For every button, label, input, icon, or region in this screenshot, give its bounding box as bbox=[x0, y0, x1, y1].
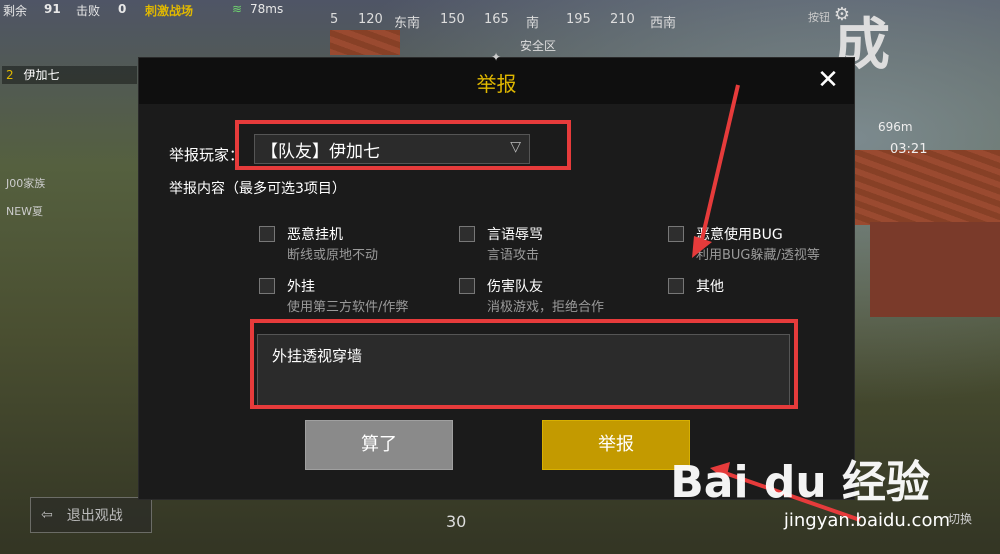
highlight-textarea-box bbox=[250, 319, 798, 409]
compass-tick: 165 bbox=[484, 12, 509, 27]
checkbox[interactable] bbox=[459, 278, 475, 294]
ping-value: 78ms bbox=[250, 2, 284, 16]
compass-tick: 120 bbox=[358, 12, 383, 27]
wifi-icon: ≋ bbox=[232, 2, 243, 16]
ornament-icon: ✦ bbox=[491, 50, 502, 64]
exit-spectate-button[interactable]: ⇦ 退出观战 bbox=[30, 497, 152, 533]
report-player-label: 举报玩家： bbox=[169, 146, 245, 164]
house-roof bbox=[855, 150, 1000, 225]
house-wall bbox=[870, 222, 1000, 317]
option-title: 伤害队友 bbox=[487, 279, 543, 295]
checkbox[interactable] bbox=[259, 226, 275, 242]
option-desc: 消极游戏，拒绝合作 bbox=[487, 300, 605, 315]
switch-button[interactable]: 切换 bbox=[948, 510, 972, 527]
mode-badge: 刺激战场 bbox=[145, 4, 194, 18]
checkbox[interactable] bbox=[259, 278, 275, 294]
compass-tick: 195 bbox=[566, 12, 591, 27]
compass-tick: 东南 bbox=[394, 16, 421, 31]
checkbox[interactable] bbox=[668, 278, 684, 294]
compass-bar: 5 120 东南 150 165 南 195 210 西南 bbox=[330, 12, 690, 34]
close-icon[interactable]: ✕ bbox=[812, 64, 844, 96]
checkbox[interactable] bbox=[668, 226, 684, 242]
timer-readout: 03:21 bbox=[890, 142, 928, 157]
option-title: 其他 bbox=[696, 279, 724, 295]
shortcut-label[interactable]: 按钮 bbox=[808, 9, 830, 25]
exit-spectate-label: 退出观战 bbox=[66, 508, 123, 524]
right-hud: 696m 03:21 bbox=[860, 120, 1000, 157]
dialog-title: 举报 bbox=[476, 72, 517, 96]
compass-tick: 210 bbox=[610, 12, 635, 27]
option-title: 恶意挂机 bbox=[287, 227, 343, 243]
kills-value: 0 bbox=[118, 2, 127, 16]
checkbox[interactable] bbox=[459, 226, 475, 242]
option-title: 言语辱骂 bbox=[487, 227, 543, 243]
distance-readout: 696m bbox=[878, 120, 913, 134]
kills-label: 击败 bbox=[76, 4, 101, 18]
highlight-player-box bbox=[235, 120, 571, 170]
baidu-watermark-url: jingyan.baidu.com bbox=[783, 510, 950, 531]
compass-tick: 南 bbox=[526, 16, 540, 31]
option-desc: 断线或原地不动 bbox=[287, 248, 379, 263]
safe-zone-label: 安全区 bbox=[520, 39, 557, 53]
cancel-button[interactable]: 算了 bbox=[305, 420, 453, 470]
team-row: NEW夏 bbox=[6, 205, 44, 218]
remaining-label: 剩余 bbox=[3, 4, 28, 18]
compass-tick: 150 bbox=[440, 12, 465, 27]
option-desc: 使用第三方软件/作弊 bbox=[287, 300, 409, 315]
exit-icon: ⇦ bbox=[41, 507, 53, 523]
compass-tick: 西南 bbox=[650, 16, 677, 31]
teammate-number: 2 bbox=[6, 68, 14, 82]
team-row: J00家族 bbox=[6, 177, 46, 190]
teammate-tag: 2 伊加七 bbox=[2, 66, 137, 84]
baidu-watermark-logo: Bai du 经验 bbox=[670, 457, 930, 508]
team-list: J00家族 NEW夏 bbox=[0, 175, 138, 231]
teammate-name: 伊加七 bbox=[23, 68, 60, 82]
submit-report-button[interactable]: 举报 bbox=[542, 420, 690, 470]
option-desc: 利用BUG躲藏/透视等 bbox=[696, 248, 820, 263]
option-title: 外挂 bbox=[287, 279, 315, 295]
report-content-label: 举报内容（最多可选3项目） bbox=[169, 181, 346, 197]
compass-tick: 5 bbox=[330, 12, 339, 27]
option-title: 恶意使用BUG bbox=[696, 227, 783, 243]
option-desc: 言语攻击 bbox=[487, 248, 540, 263]
remaining-value: 91 bbox=[44, 2, 61, 16]
ammo-count: 30 bbox=[446, 512, 467, 531]
